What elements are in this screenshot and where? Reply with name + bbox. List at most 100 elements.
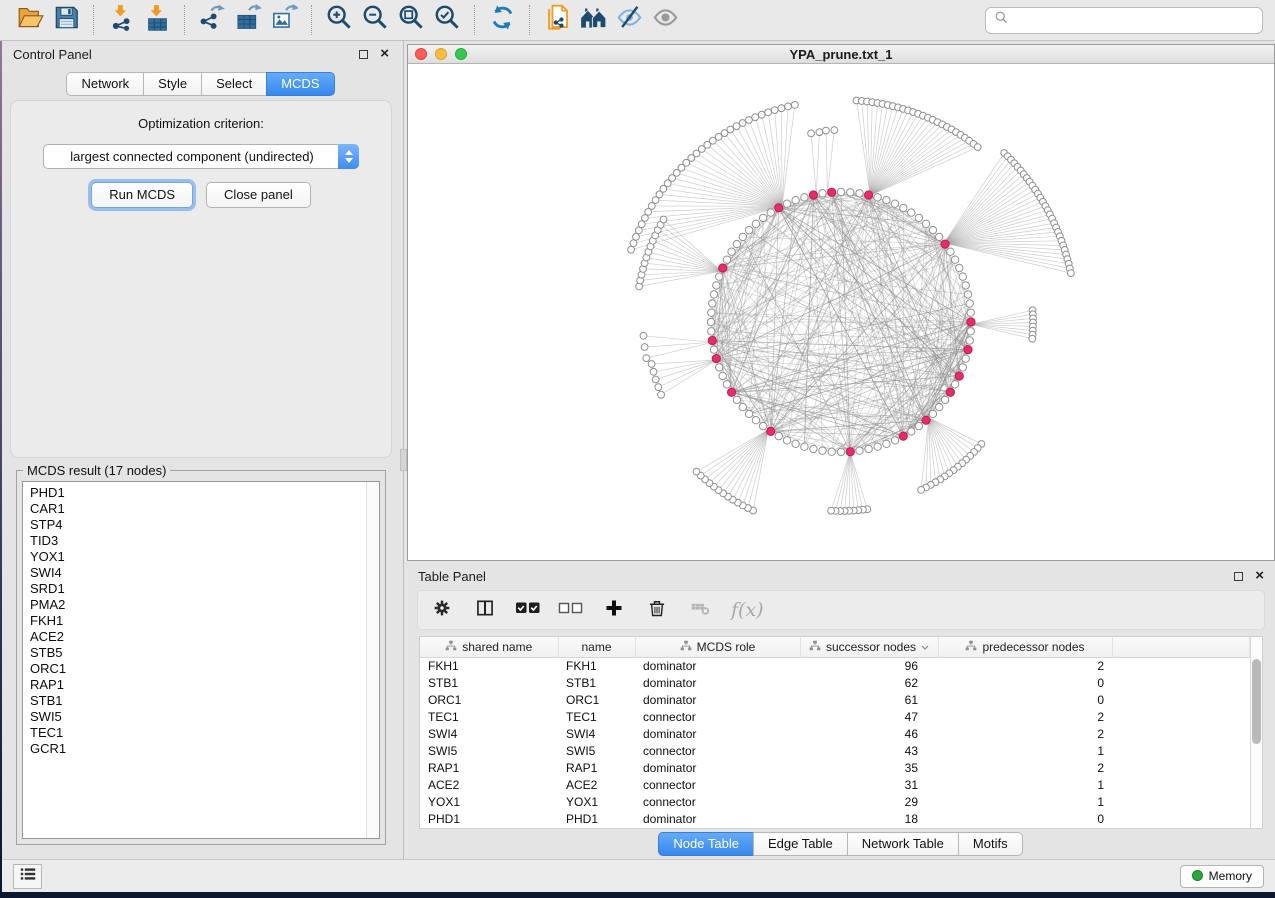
graph-node[interactable] — [929, 410, 936, 417]
table-cell[interactable]: 2 — [938, 725, 1112, 742]
mcds-result-item[interactable]: SRD1 — [30, 581, 366, 597]
graph-satellite-node[interactable] — [791, 102, 798, 109]
graph-node[interactable] — [759, 422, 766, 429]
graph-node[interactable] — [967, 309, 974, 316]
graph-node[interactable] — [962, 282, 969, 289]
table-cell[interactable]: STB1 — [558, 674, 635, 691]
graph-node[interactable] — [874, 443, 881, 450]
table-cell[interactable]: connector — [635, 794, 800, 811]
graph-node[interactable] — [865, 445, 872, 452]
mcds-result-scrollbar[interactable] — [366, 482, 379, 838]
table-cell[interactable]: PHD1 — [420, 811, 558, 828]
graph-hub-node[interactable] — [922, 416, 930, 424]
table-cell[interactable]: dominator — [635, 691, 800, 708]
graph-node[interactable] — [900, 204, 907, 211]
clear-selection-button[interactable] — [559, 598, 583, 622]
tab-select[interactable]: Select — [201, 72, 267, 96]
table-row[interactable]: PHD1PHD1dominator180 — [420, 811, 1250, 828]
graph-node[interactable] — [752, 220, 759, 227]
graph-hub-node[interactable] — [712, 355, 720, 363]
eye-button[interactable] — [647, 3, 683, 37]
graph-node[interactable] — [733, 396, 740, 403]
graph-satellite-node[interactable] — [823, 127, 830, 134]
graph-node[interactable] — [891, 437, 898, 444]
table-cell[interactable]: 43 — [800, 742, 938, 759]
table-cell[interactable]: 1 — [938, 794, 1112, 811]
network-canvas[interactable] — [408, 64, 1274, 560]
search-box[interactable] — [985, 7, 1263, 34]
memory-button[interactable]: Memory — [1180, 865, 1264, 888]
table-cell[interactable]: RAP1 — [420, 760, 558, 777]
graph-node[interactable] — [713, 282, 720, 289]
splitter-grip[interactable] — [400, 449, 407, 471]
graph-satellite-node[interactable] — [1068, 270, 1075, 277]
open-file-button[interactable] — [12, 3, 48, 37]
graph-node[interactable] — [908, 428, 915, 435]
graph-node[interactable] — [739, 403, 746, 410]
graph-node[interactable] — [947, 248, 954, 255]
task-history-button[interactable] — [13, 864, 42, 889]
graph-node[interactable] — [837, 188, 844, 195]
table-cell[interactable]: ORC1 — [420, 691, 558, 708]
graph-node[interactable] — [891, 200, 898, 207]
tab-network[interactable]: Network — [66, 72, 144, 96]
graph-node[interactable] — [723, 256, 730, 263]
graph-node[interactable] — [936, 403, 943, 410]
table-cell[interactable]: FKH1 — [420, 657, 558, 674]
graph-hub-node[interactable] — [719, 264, 727, 272]
network-graph[interactable] — [408, 64, 1275, 560]
graph-satellite-node[interactable] — [643, 355, 650, 362]
table-cell[interactable]: 47 — [800, 708, 938, 725]
graph-satellite-node[interactable] — [650, 368, 657, 375]
table-cell[interactable]: SWI5 — [420, 742, 558, 759]
graph-node[interactable] — [810, 445, 817, 452]
graph-node[interactable] — [941, 396, 948, 403]
graph-node[interactable] — [728, 248, 735, 255]
graph-satellite-node[interactable] — [638, 221, 645, 228]
table-cell[interactable]: 2 — [938, 760, 1112, 777]
table-cell[interactable]: 31 — [800, 777, 938, 794]
graph-satellite-node[interactable] — [918, 487, 925, 494]
graph-node[interactable] — [874, 194, 881, 201]
mcds-result-item[interactable]: CAR1 — [30, 501, 366, 517]
graph-node[interactable] — [951, 381, 958, 388]
column-header-name[interactable]: name — [558, 637, 635, 657]
graph-satellite-node[interactable] — [739, 120, 746, 127]
table-cell[interactable]: 0 — [938, 811, 1112, 828]
graph-node[interactable] — [708, 309, 715, 316]
graph-satellite-node[interactable] — [785, 103, 792, 110]
table-cell[interactable]: ORC1 — [558, 691, 635, 708]
graph-node[interactable] — [959, 273, 966, 280]
graph-node[interactable] — [915, 422, 922, 429]
graph-satellite-node[interactable] — [758, 111, 765, 118]
graph-satellite-node[interactable] — [660, 216, 667, 223]
tab-edge-table[interactable]: Edge Table — [753, 832, 848, 856]
mcds-result-item[interactable]: GCR1 — [30, 741, 366, 757]
table-cell[interactable]: 46 — [800, 725, 938, 742]
graph-node[interactable] — [775, 432, 782, 439]
optimization-criterion-dropdown[interactable]: largest connected component (undirected) — [43, 144, 359, 169]
graph-node[interactable] — [951, 256, 958, 263]
graph-node[interactable] — [959, 364, 966, 371]
graph-hub-node[interactable] — [828, 188, 836, 196]
gear-button[interactable] — [430, 598, 454, 622]
graph-satellite-node[interactable] — [652, 376, 659, 383]
graph-satellite-node[interactable] — [831, 127, 838, 134]
graph-node[interactable] — [819, 447, 826, 454]
mcds-result-item[interactable]: PMA2 — [30, 597, 366, 613]
graph-hub-node[interactable] — [946, 388, 954, 396]
table-scrollbar[interactable] — [1250, 637, 1262, 828]
graph-node[interactable] — [819, 190, 826, 197]
table-row[interactable]: SWI5SWI5connector431 — [420, 742, 1250, 759]
graph-node[interactable] — [801, 443, 808, 450]
close-panel-icon[interactable]: × — [380, 49, 389, 59]
table-scrollbar-thumb[interactable] — [1252, 659, 1261, 744]
graph-satellite-node[interactable] — [628, 246, 635, 253]
graph-node[interactable] — [739, 233, 746, 240]
save-session-button[interactable] — [48, 3, 84, 37]
table-cell[interactable]: 0 — [938, 691, 1112, 708]
table-cell[interactable]: PHD1 — [558, 811, 635, 828]
graph-satellite-node[interactable] — [778, 105, 785, 112]
table-cell[interactable]: connector — [635, 742, 800, 759]
table-cell[interactable]: 62 — [800, 674, 938, 691]
